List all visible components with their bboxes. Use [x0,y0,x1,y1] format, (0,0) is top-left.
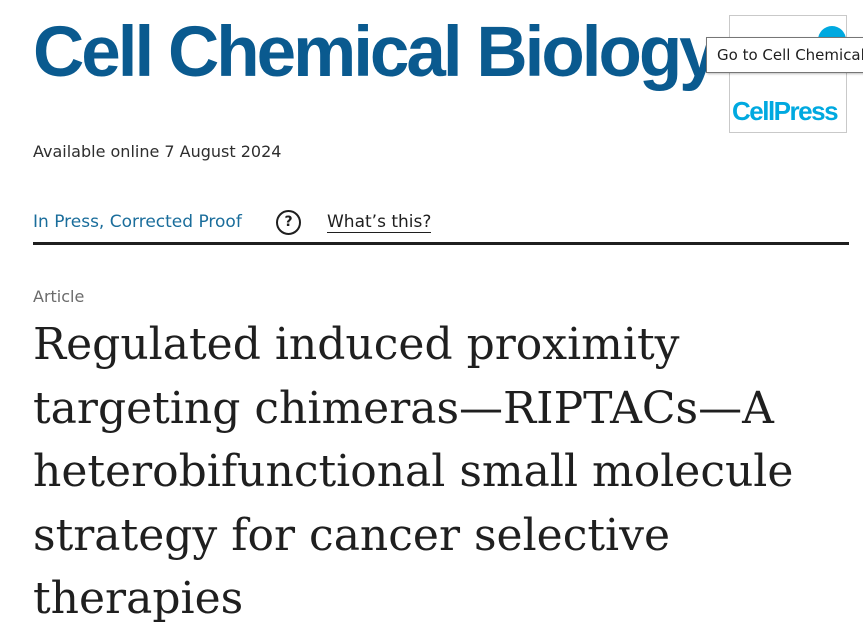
article-title-line: heterobifunctional small molecule [33,446,794,497]
article-status-bar: In Press, Corrected Proof ? What’s this? [33,210,849,245]
available-online-date: Available online 7 August 2024 [33,142,282,161]
article-type-label: Article [33,287,85,306]
article-title-line: strategy for cancer selective [33,509,670,561]
article-title: Regulated induced proximity targeting ch… [33,313,833,627]
cellpress-logo-text: CellPress [732,96,839,126]
cellpress-logo[interactable]: CellPress [729,15,847,133]
help-icon[interactable]: ? [276,210,301,235]
article-title-line: therapies [33,573,244,624]
in-press-status: In Press, Corrected Proof [33,212,242,232]
journal-title-link[interactable]: Cell Chemical Biology [33,8,719,98]
journal-link-tooltip: Go to Cell Chemical Biology on ScienceDi… [706,37,863,73]
whats-this-link[interactable]: What’s this? [327,212,432,233]
article-title-line: targeting chimeras—RIPTACs—A [33,382,774,434]
article-page: Cell Chemical Biology CellPress Go to Ce… [0,0,863,627]
article-title-line: Regulated induced proximity [33,319,680,370]
